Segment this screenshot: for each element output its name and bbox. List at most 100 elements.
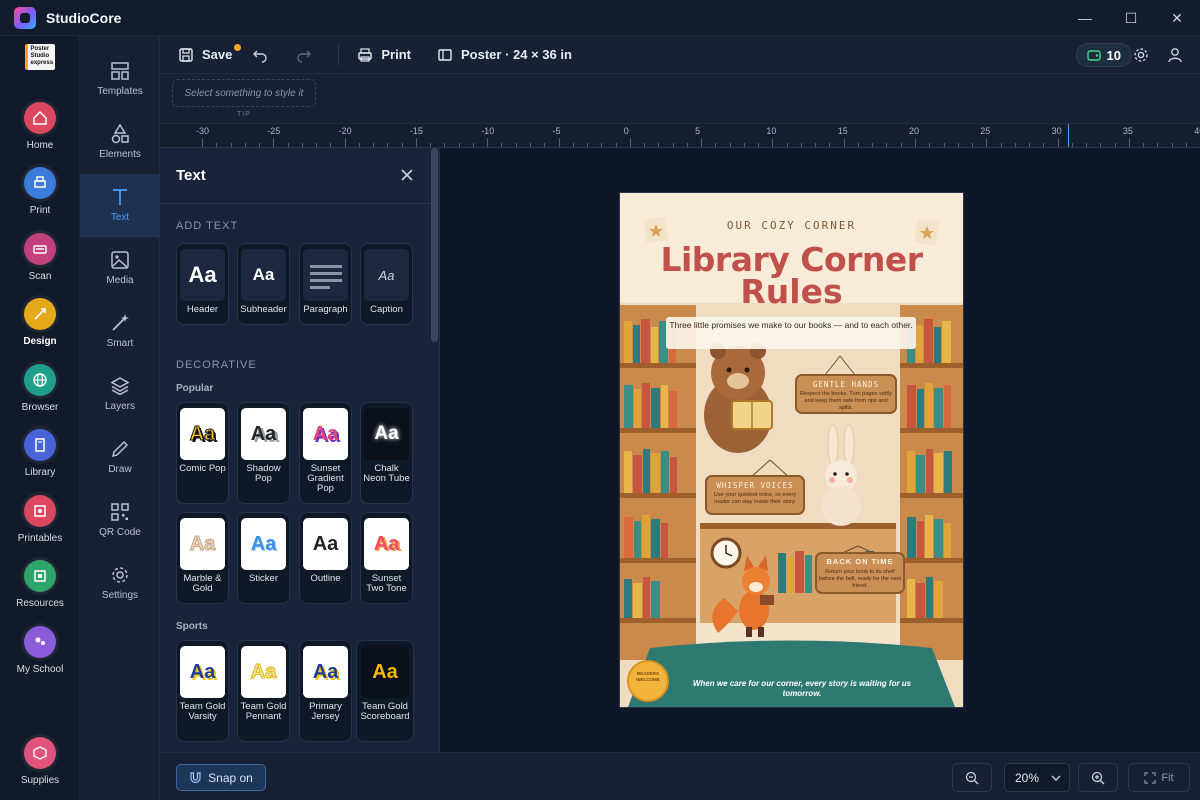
sign3-title[interactable]: BACK ON TIME (816, 557, 904, 566)
tool-elements[interactable]: Elements (80, 111, 160, 174)
templates-icon (111, 62, 129, 80)
poster-subtitle[interactable]: Three little promises we make to our boo… (668, 320, 914, 331)
text-style-team-gold-varsity[interactable]: Aa Team Gold Varsity (176, 640, 229, 742)
fit-button[interactable]: Fit (1128, 763, 1190, 792)
close-icon[interactable] (400, 168, 414, 182)
rail-label: Resources (16, 598, 64, 609)
rail-item-design[interactable]: Design (0, 298, 80, 347)
text-style-team-gold-pennant[interactable]: Aa Team Gold Pennant (237, 640, 290, 742)
sign2-title[interactable]: WHISPER VOICES (706, 481, 804, 490)
minimize-button[interactable]: — (1062, 0, 1108, 36)
sign2-body[interactable]: Use your quietest voice, so every reader… (708, 492, 802, 506)
globe-icon (24, 364, 56, 396)
style-label: Comic Pop (179, 463, 226, 474)
text-style-comic-pop[interactable]: Aa Comic Pop (176, 402, 229, 504)
tool-qr-code[interactable]: QR Code (80, 489, 160, 552)
text-style-marble-gold[interactable]: Aa Marble & Gold (176, 512, 229, 604)
style-preview: Aa (303, 408, 348, 460)
rail-item-scan[interactable]: Scan (0, 233, 80, 282)
sports-heading: Sports (176, 621, 208, 632)
poster-kicker[interactable]: OUR COZY CORNER (620, 219, 963, 232)
tool-templates[interactable]: Templates (80, 48, 160, 111)
snap-toggle-button[interactable]: Snap on (176, 764, 266, 791)
ruler-tick-label: -10 (481, 126, 495, 136)
ruler-tick-label: 10 (766, 126, 777, 136)
zoom-in-button[interactable] (1078, 763, 1118, 792)
text-style-sunset-two-tone[interactable]: Aa Sunset Two Tone (360, 512, 413, 604)
rail-label: Scan (28, 271, 52, 282)
text-style-chalk-neon-tube[interactable]: Aa Chalk Neon Tube (360, 402, 413, 504)
app-window: StudioCore — ☐ ✕ Poster Studio express H… (0, 0, 1200, 800)
rail-item-resources[interactable]: Resources (0, 560, 80, 609)
sign1-title[interactable]: GENTLE HANDS (796, 380, 896, 389)
tool-text[interactable]: Text (80, 174, 160, 237)
magnet-icon (190, 772, 201, 784)
rail-item-print[interactable]: Print (0, 167, 80, 216)
print-button[interactable]: Print (347, 36, 421, 74)
toolbar-divider (338, 43, 340, 66)
user-icon[interactable] (1166, 46, 1184, 64)
tool-layers[interactable]: Layers (80, 363, 160, 426)
ruler-tick (629, 138, 631, 147)
text-style-sticker[interactable]: Aa Sticker (237, 512, 290, 604)
panel-title: Text (176, 167, 206, 184)
ruler-tick (701, 138, 703, 147)
style-label: Caption (370, 304, 403, 315)
credits-badge[interactable]: 10 (1075, 43, 1132, 67)
decorative-heading: DECORATIVE (176, 359, 257, 371)
zoom-value: 20% (1015, 770, 1040, 785)
tool-label: Text (110, 212, 130, 223)
redo-button[interactable] (286, 36, 330, 74)
close-window-button[interactable]: ✕ (1154, 0, 1200, 36)
rail-item-printables[interactable]: Printables (0, 495, 80, 544)
paragraph-lines-icon (303, 249, 348, 301)
sign1-body[interactable]: Respect the books. Turn pages softly and… (798, 391, 894, 412)
rail-item-supplies[interactable]: Supplies (0, 737, 80, 786)
image-icon (111, 251, 129, 269)
poster-footer[interactable]: When we care for our corner, every story… (682, 679, 922, 699)
save-label: Save (202, 47, 233, 62)
text-style-team-gold-scoreboard[interactable]: Aa Team Gold Scoreboard (356, 640, 414, 742)
maximize-button[interactable]: ☐ (1108, 0, 1154, 36)
rail-item-my-school[interactable]: My School (0, 626, 80, 675)
zoom-out-button[interactable] (952, 763, 992, 792)
text-style-header[interactable]: Aa Header (176, 243, 229, 325)
ruler-tick-label: -30 (196, 126, 210, 136)
rail-label: Browser (21, 402, 59, 413)
page-size-button[interactable]: Poster · 24 × 36 in (427, 36, 582, 74)
tool-media[interactable]: Media (80, 237, 160, 300)
undo-button[interactable] (242, 36, 286, 74)
rail-item-home[interactable]: Home (0, 102, 80, 151)
settings-gear-icon[interactable] (1132, 46, 1150, 64)
design-canvas[interactable]: OUR COZY CORNER Library Corner Rules Thr… (440, 148, 1200, 752)
text-style-sunset-gradient-pop[interactable]: Aa Sunset Gradient Pop (299, 402, 352, 504)
sign3-body[interactable]: Return your book to its shelf before the… (818, 569, 902, 590)
zoom-select[interactable]: 20% (1004, 763, 1070, 792)
tool-settings[interactable]: Settings (80, 552, 160, 615)
poster-badge[interactable]: READERS WELCOME (632, 671, 664, 683)
tool-label: Layers (104, 401, 135, 412)
text-style-caption[interactable]: Aa Caption (360, 243, 413, 325)
text-style-outline[interactable]: Aa Outline (299, 512, 352, 604)
rail-item-library[interactable]: Library (0, 429, 80, 478)
elements-icon (111, 123, 129, 144)
ruler-tick-label: 25 (980, 126, 991, 136)
text-style-paragraph[interactable]: Paragraph (299, 243, 352, 325)
ruler-tick-label: 30 (1051, 126, 1062, 136)
scanner-icon (24, 233, 56, 265)
tool-smart[interactable]: Smart (80, 300, 160, 363)
ruler-tick (273, 138, 275, 147)
style-preview: Aa (364, 249, 409, 301)
rail-label: Home (26, 140, 54, 151)
text-style-primary-jersey[interactable]: Aa Primary Jersey (299, 640, 352, 742)
tool-draw[interactable]: Draw (80, 426, 160, 489)
poster-artboard[interactable]: OUR COZY CORNER Library Corner Rules Thr… (620, 193, 963, 707)
text-style-shadow-pop[interactable]: Aa Shadow Pop (237, 402, 290, 504)
save-button[interactable]: Save (168, 36, 242, 74)
rail-item-browser[interactable]: Browser (0, 364, 80, 413)
panel-scrollbar[interactable] (431, 148, 438, 342)
poster-title-line2[interactable]: Rules (620, 272, 963, 311)
text-style-subheader[interactable]: Aa Subheader (237, 243, 290, 325)
style-label: Outline (310, 573, 341, 584)
page-size-label: Poster · 24 × 36 in (461, 47, 572, 62)
